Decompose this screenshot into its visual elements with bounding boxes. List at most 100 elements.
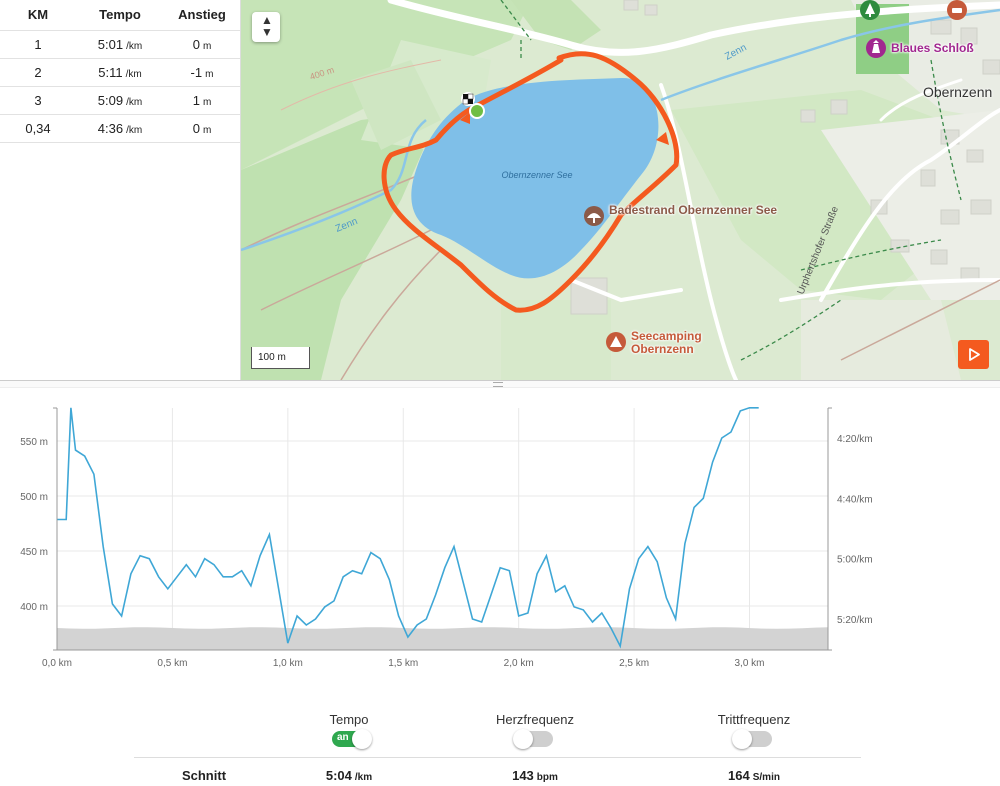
avg-herzfrequenz-value: 143	[512, 768, 534, 783]
split-tempo-unit: /km	[126, 96, 143, 108]
split-tempo-unit: /km	[126, 40, 143, 52]
elevation-pace-chart[interactable]: 0,0 km 0,5 km 1,0 km 1,5 km 2,0 km 2,5 km 3,0 …	[0, 400, 1000, 675]
split-tempo: 5:09/km	[76, 86, 164, 115]
split-anstieg-value: 0	[192, 36, 200, 52]
schloss-label[interactable]: Blaues Schloß	[891, 42, 974, 55]
split-anstieg-value: 1	[192, 92, 200, 108]
seecamping-label[interactable]: Seecamping Obernzenn	[631, 330, 721, 356]
metrics-divider	[134, 757, 861, 758]
split-anstieg: -1 m	[164, 58, 240, 87]
metric-title-herzfrequenz: Herzfrequenz	[495, 712, 575, 727]
split-tempo: 4:36/km	[76, 114, 164, 143]
finish-flag-icon[interactable]	[461, 92, 475, 106]
camping-icon[interactable]	[606, 332, 626, 352]
split-km: 2	[0, 58, 76, 87]
town-label: Obernzenn	[923, 84, 993, 100]
y-left-tick-label: 500 m	[20, 492, 48, 503]
avg-herzfrequenz: 143 bpm	[465, 768, 605, 783]
pace-line[interactable]	[57, 407, 759, 649]
split-tempo: 5:01/km	[76, 30, 164, 59]
start-marker[interactable]	[469, 103, 485, 119]
header-km[interactable]: KM	[0, 0, 76, 31]
compass-button[interactable]: ▲▼	[252, 12, 280, 42]
split-km: 1	[0, 30, 76, 59]
split-km: 0,34	[0, 114, 76, 143]
split-row[interactable]: 3 5:09/km 1 m	[0, 86, 240, 115]
schnitt-label: Schnitt	[181, 768, 227, 783]
herzfrequenz-toggle[interactable]	[513, 729, 553, 749]
split-anstieg: 0m	[164, 30, 240, 59]
y-right-tick-label: 4:40/km	[837, 494, 873, 505]
compass-icon: ▲▼	[261, 13, 273, 39]
split-row[interactable]: 1 5:01/km 0 m	[0, 30, 240, 59]
beach-icon[interactable]	[584, 206, 604, 226]
split-row[interactable]: 0,34 4:36/km 0 m	[0, 114, 240, 143]
tempo-toggle[interactable]: an	[332, 729, 372, 749]
split-anstieg: 1m	[164, 86, 240, 115]
split-tempo-unit: /km	[125, 68, 142, 80]
x-tick-label: 1,0 km	[273, 658, 303, 669]
tempo-toggle-knob	[352, 729, 372, 749]
x-tick-label: 3,0 km	[735, 658, 765, 669]
split-km: 3	[0, 86, 76, 115]
avg-trittfrequenz: 164 S/min	[684, 768, 824, 783]
split-tempo-value: 5:11	[98, 64, 123, 80]
avg-trittfrequenz-value: 164	[728, 768, 750, 783]
splits-table: KM Tempo Anstieg 1 5:01/km 0 m 2 5:11/km -1 m 3 5…	[0, 0, 240, 143]
x-tick-label: 2,5 km	[619, 658, 649, 669]
avg-tempo: 5:04/km	[279, 768, 419, 783]
trittfrequenz-toggle[interactable]	[732, 729, 772, 749]
x-tick-label: 0,5 km	[157, 658, 187, 669]
lake-label: Obernzenner See	[501, 170, 572, 180]
chart-svg[interactable]: 0,0 km 0,5 km 1,0 km 1,5 km 2,0 km 2,5 km 3,0 …	[0, 400, 1000, 675]
splits-table-panel: KM Tempo Anstieg 1 5:01/km 0 m 2 5:11/km -1 m 3 5…	[0, 0, 241, 380]
x-tick-label: 1,5 km	[388, 658, 418, 669]
y-left-tick-label: 450 m	[20, 547, 48, 558]
split-anstieg-value: -1	[190, 64, 203, 80]
x-tick-label: 2,0 km	[504, 658, 534, 669]
avg-tempo-unit: /km	[354, 772, 373, 783]
header-tempo[interactable]: Tempo	[76, 0, 164, 31]
play-route-button[interactable]	[958, 340, 989, 369]
split-tempo-unit: /km	[126, 124, 143, 136]
tempo-toggle-label: an	[337, 732, 349, 743]
panel-resize-divider[interactable]	[0, 380, 1000, 388]
split-tempo: 5:11/km	[76, 58, 164, 87]
map-canvas[interactable]: 400 m Zenn Zenn Obernzenner See Urpherts…	[241, 0, 1000, 380]
trittfrequenz-toggle-knob	[732, 729, 752, 749]
resize-grip-icon[interactable]	[493, 382, 503, 387]
play-icon	[969, 348, 980, 361]
split-anstieg-unit: m	[202, 40, 212, 52]
map-scale: 100 m	[251, 347, 310, 369]
split-anstieg-value: 0	[192, 120, 200, 136]
split-anstieg-unit: m	[202, 96, 212, 108]
split-tempo-value: 5:01	[97, 36, 124, 52]
x-tick-label: 0,0 km	[42, 658, 72, 669]
split-anstieg-unit: m	[205, 68, 214, 80]
split-tempo-value: 4:36	[97, 120, 124, 136]
metric-title-trittfrequenz: Trittfrequenz	[717, 712, 791, 727]
restaurant-icon[interactable]	[947, 0, 967, 20]
split-tempo-value: 5:09	[97, 92, 124, 108]
y-left-tick-label: 550 m	[20, 437, 48, 448]
metric-title-tempo: Tempo	[329, 712, 369, 727]
park-icon[interactable]	[860, 0, 880, 20]
metrics-panel: Tempo Herzfrequenz Trittfrequenz an Schn…	[0, 700, 1000, 786]
herzfrequenz-toggle-knob	[513, 729, 533, 749]
avg-herzfrequenz-unit: bpm	[536, 772, 558, 783]
y-right-tick-label: 4:20/km	[837, 434, 873, 445]
elevation-area	[57, 627, 828, 650]
y-right-tick-label: 5:00/km	[837, 555, 873, 566]
avg-tempo-value: 5:04	[325, 768, 352, 783]
avg-trittfrequenz-unit: S/min	[752, 772, 780, 783]
split-anstieg-unit: m	[202, 124, 212, 136]
route-map[interactable]: 400 m Zenn Zenn Obernzenner See Urpherts…	[241, 0, 1000, 380]
splits-header-row: KM Tempo Anstieg	[0, 0, 240, 31]
split-anstieg: 0m	[164, 114, 240, 143]
castle-icon[interactable]	[866, 38, 886, 58]
y-left-tick-label: 400 m	[20, 602, 48, 613]
header-anstieg[interactable]: Anstieg	[164, 0, 240, 31]
y-right-tick-label: 5:20/km	[837, 615, 873, 626]
split-row[interactable]: 2 5:11/km -1 m	[0, 58, 240, 87]
badestrand-label[interactable]: Badestrand Obernzenner See	[609, 204, 777, 217]
